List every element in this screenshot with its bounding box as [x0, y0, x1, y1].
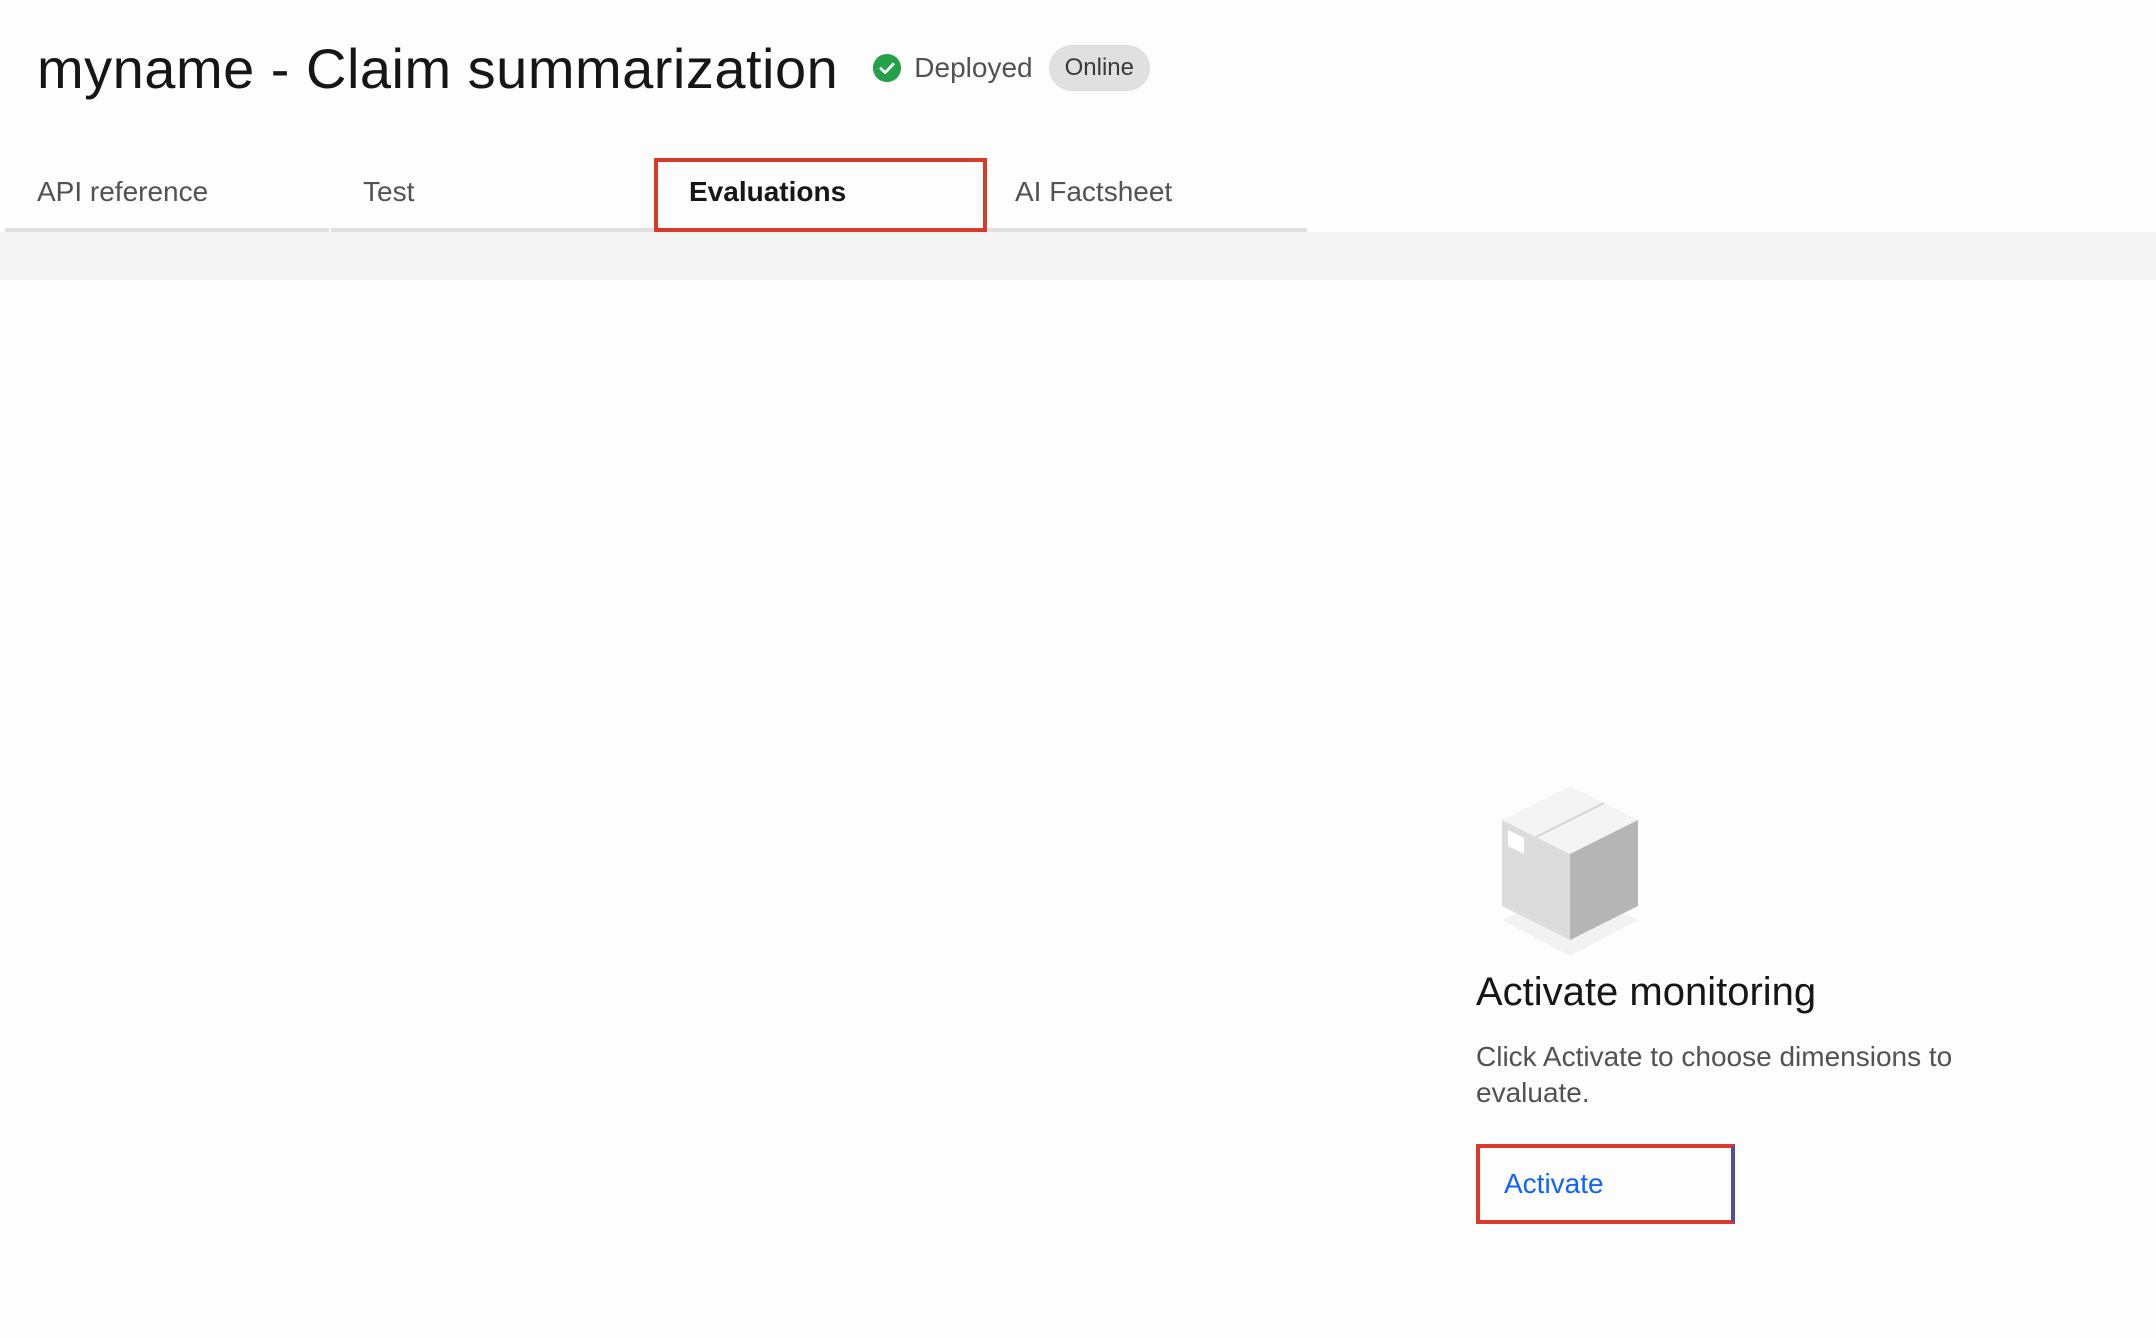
checkmark-filled-icon: [873, 53, 902, 83]
status-label: Deployed: [914, 52, 1033, 83]
tab-label: Evaluations: [689, 176, 847, 207]
tab-evaluations[interactable]: Evaluations: [657, 158, 981, 232]
deployment-page: myname - Claim summarization Deployed On…: [0, 0, 2156, 1338]
activate-button[interactable]: Activate: [1476, 1144, 1735, 1224]
tab-ai-factsheet[interactable]: AI Factsheet: [983, 158, 1307, 232]
tab-label: Test: [363, 176, 415, 207]
empty-state-description: Click Activate to choose dimensions to e…: [1476, 1041, 1953, 1108]
page-header: myname - Claim summarization Deployed On…: [37, 28, 1150, 108]
online-badge: Online: [1048, 45, 1150, 91]
box-icon: [1502, 786, 1638, 956]
tab-label: AI Factsheet: [1015, 176, 1173, 207]
page-title: myname - Claim summarization: [37, 36, 839, 100]
tab-list: API reference Test Evaluations AI Factsh…: [5, 158, 1307, 232]
tab-label: API reference: [37, 176, 209, 207]
deployment-status: Deployed: [872, 52, 1033, 84]
empty-state-title: Activate monitoring: [1476, 970, 1817, 1014]
tab-test[interactable]: Test: [331, 158, 655, 232]
activate-button-label: Activate: [1504, 1168, 1604, 1199]
tab-api-reference[interactable]: API reference: [5, 158, 329, 232]
tab-content-header-strip: [0, 232, 2156, 280]
